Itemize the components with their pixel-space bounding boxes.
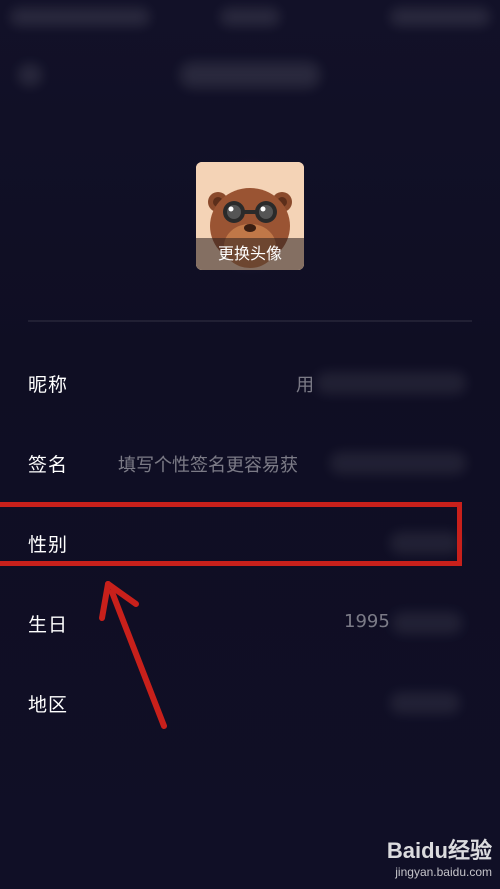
watermark: Baidu经验 jingyan.baidu.com xyxy=(352,833,492,883)
watermark-brand: Baidu经验 xyxy=(386,838,492,863)
watermark-url: jingyan.baidu.com xyxy=(395,865,492,879)
profile-edit-screen: 更换头像 昵称 用 签名 填写个性签名更容易获 性别 生日 1995 地区 Ba… xyxy=(0,0,500,889)
red-arrow-icon xyxy=(99,581,167,729)
